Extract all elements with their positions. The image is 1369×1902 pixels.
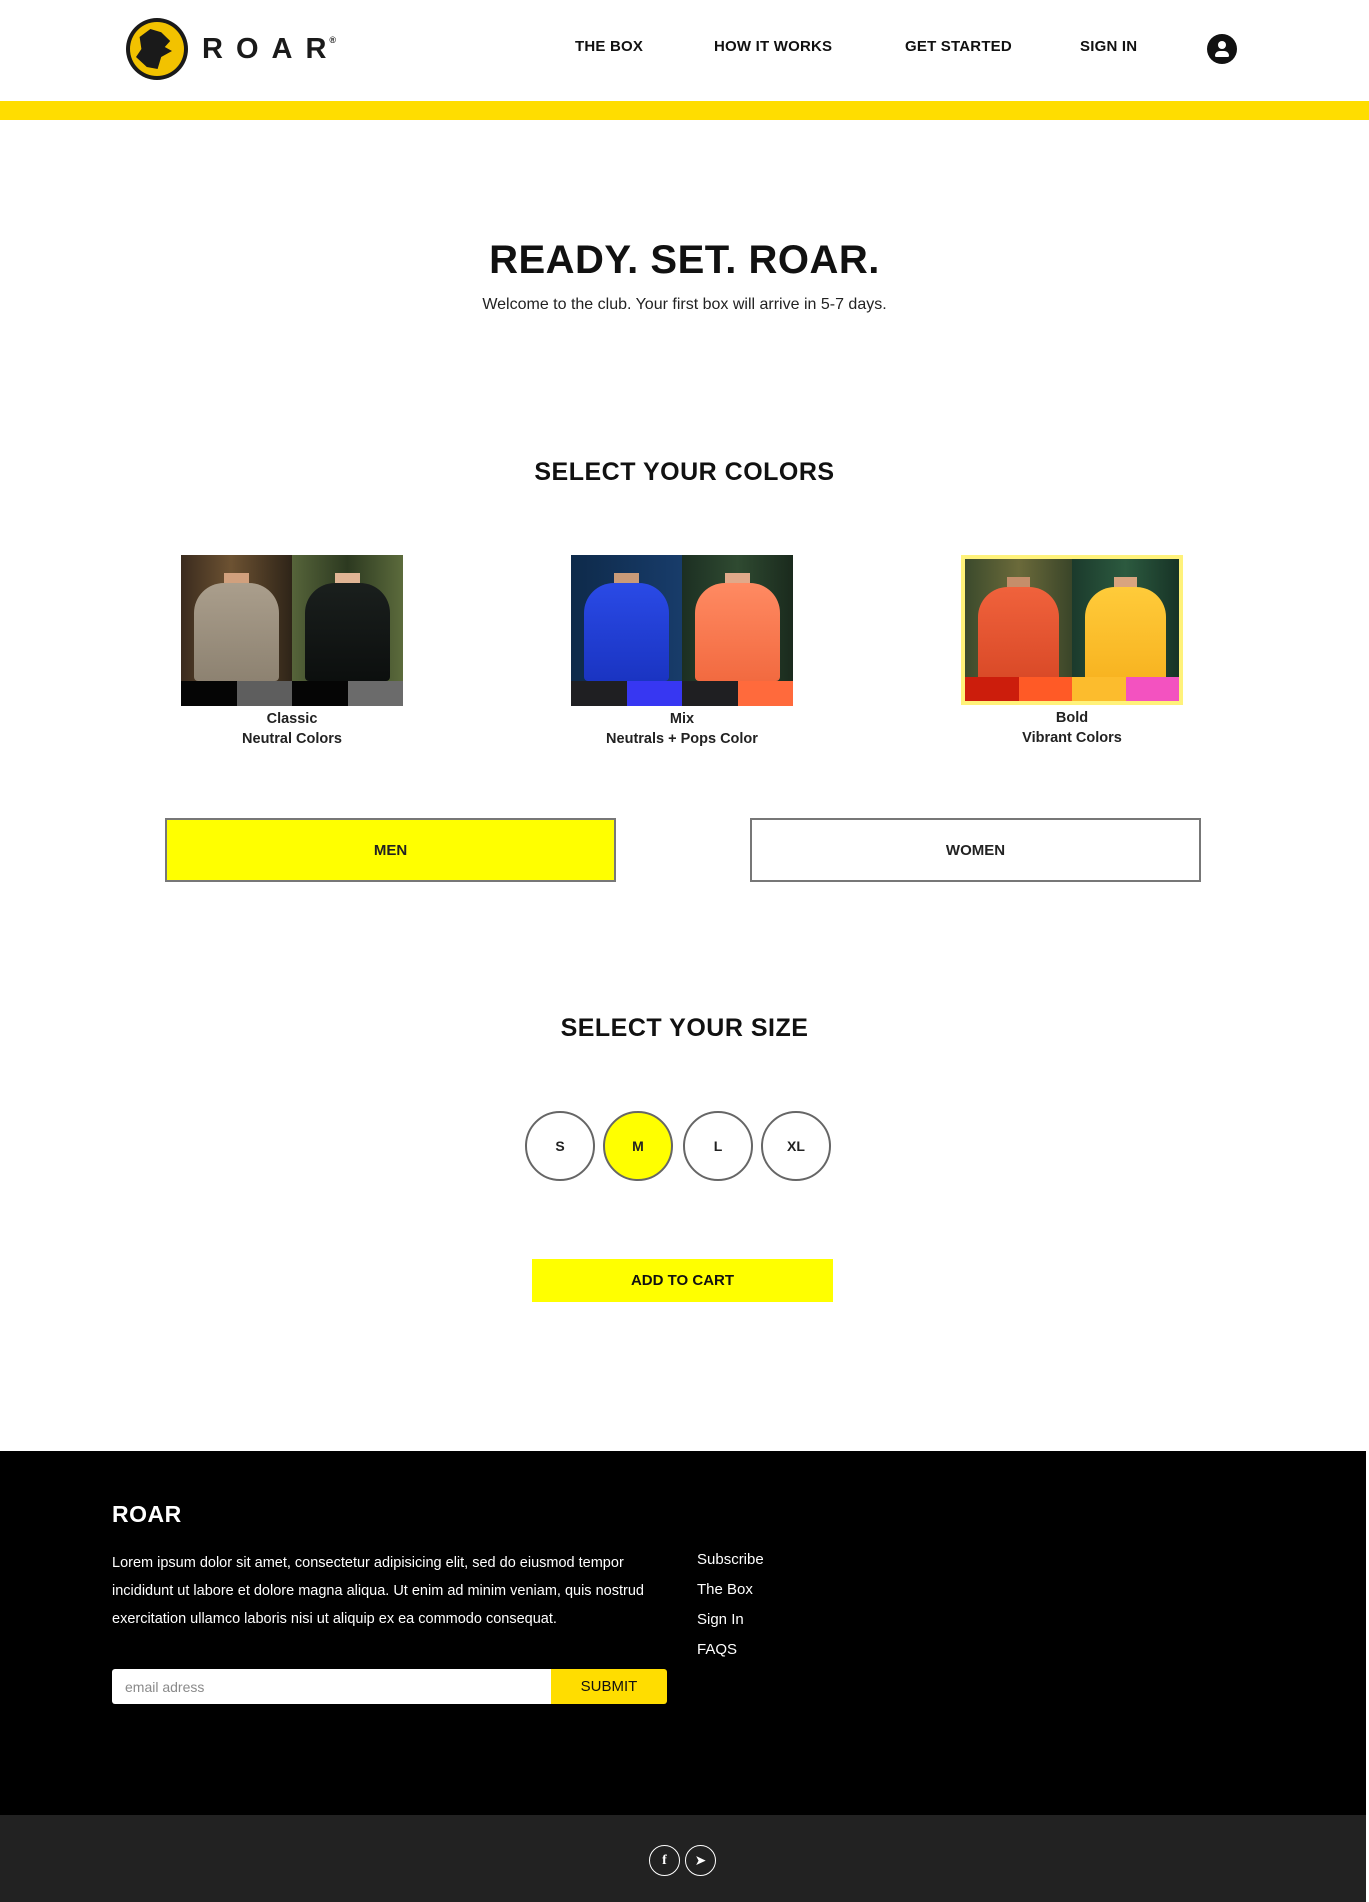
classic-swatches bbox=[181, 681, 403, 706]
select-colors-heading: SELECT YOUR COLORS bbox=[534, 458, 835, 486]
footer-link-the-box[interactable]: The Box bbox=[697, 1575, 764, 1605]
swatch bbox=[1018, 677, 1072, 701]
classic-preview-image bbox=[181, 555, 403, 706]
size-s-button[interactable]: S bbox=[525, 1111, 595, 1181]
footer-nav: Subscribe The Box Sign In FAQS bbox=[697, 1545, 764, 1665]
color-option-mix[interactable]: Mix Neutrals + Pops Color bbox=[571, 555, 793, 749]
swatch bbox=[1125, 677, 1179, 701]
site-footer: ROAR Lorem ipsum dolor sit amet, consect… bbox=[0, 1451, 1366, 1815]
swatch bbox=[181, 681, 237, 706]
nav-get-started[interactable]: GET STARTED bbox=[905, 38, 1012, 55]
bold-photo-men bbox=[965, 559, 1072, 680]
swatch bbox=[965, 677, 1019, 701]
footer-bottom-bar: f ➤ bbox=[0, 1815, 1366, 1902]
women-button[interactable]: WOMEN bbox=[750, 818, 1201, 882]
main-nav: THE BOX HOW IT WORKS GET STARTED SIGN IN bbox=[0, 38, 1369, 62]
bold-shirt-left bbox=[977, 587, 1060, 680]
newsletter-form: SUBMIT bbox=[112, 1669, 667, 1704]
color-option-bold[interactable]: Bold Vibrant Colors bbox=[961, 555, 1183, 748]
bold-swatches bbox=[965, 677, 1179, 701]
select-size-heading: SELECT YOUR SIZE bbox=[560, 1014, 809, 1042]
site-header: ROAR® THE BOX HOW IT WORKS GET STARTED S… bbox=[0, 0, 1369, 101]
submit-button[interactable]: SUBMIT bbox=[551, 1669, 667, 1704]
bold-shirt-right bbox=[1084, 587, 1167, 680]
classic-photo-women bbox=[292, 555, 403, 681]
footer-link-faqs[interactable]: FAQS bbox=[697, 1635, 764, 1665]
mix-shirt-right bbox=[695, 583, 780, 681]
footer-brand: ROAR bbox=[112, 1501, 182, 1527]
size-l-button[interactable]: L bbox=[683, 1111, 753, 1181]
classic-shirt-right bbox=[305, 583, 390, 681]
swatch bbox=[737, 681, 793, 706]
nav-the-box[interactable]: THE BOX bbox=[575, 38, 643, 55]
page-title: READY. SET. ROAR. bbox=[489, 238, 880, 282]
mix-photo-women bbox=[682, 555, 793, 681]
classic-shirt-left bbox=[194, 583, 279, 681]
facebook-icon[interactable]: f bbox=[649, 1845, 680, 1876]
swatch bbox=[236, 681, 292, 706]
account-circle-icon[interactable] bbox=[1207, 34, 1237, 64]
swatch bbox=[347, 681, 403, 706]
footer-link-subscribe[interactable]: Subscribe bbox=[697, 1545, 764, 1575]
email-input[interactable] bbox=[112, 1669, 551, 1704]
bold-label: Bold Vibrant Colors bbox=[1022, 710, 1122, 746]
footer-link-sign-in[interactable]: Sign In bbox=[697, 1605, 764, 1635]
mix-swatches bbox=[571, 681, 793, 706]
header-accent-bar bbox=[0, 101, 1369, 120]
size-m-button[interactable]: M bbox=[603, 1111, 673, 1181]
telegram-icon[interactable]: ➤ bbox=[685, 1845, 716, 1876]
bold-photo-women bbox=[1072, 559, 1179, 680]
nav-sign-in[interactable]: SIGN IN bbox=[1080, 38, 1137, 55]
add-to-cart-button[interactable]: ADD TO CART bbox=[532, 1259, 833, 1302]
mix-preview-image bbox=[571, 555, 793, 706]
footer-description: Lorem ipsum dolor sit amet, consectetur … bbox=[112, 1555, 644, 1627]
swatch bbox=[571, 681, 627, 706]
size-xl-button[interactable]: XL bbox=[761, 1111, 831, 1181]
men-button[interactable]: MEN bbox=[165, 818, 616, 882]
swatch bbox=[682, 681, 738, 706]
swatch bbox=[1072, 677, 1126, 701]
mix-label: Mix Neutrals + Pops Color bbox=[606, 711, 758, 747]
bold-preview-image bbox=[961, 555, 1183, 705]
nav-how-it-works[interactable]: HOW IT WORKS bbox=[714, 38, 832, 55]
mix-shirt-left bbox=[584, 583, 669, 681]
classic-photo-men bbox=[181, 555, 292, 681]
color-option-classic[interactable]: Classic Neutral Colors bbox=[181, 555, 403, 749]
page-subtitle: Welcome to the club. Your first box will… bbox=[482, 296, 887, 313]
swatch bbox=[626, 681, 682, 706]
classic-label: Classic Neutral Colors bbox=[242, 711, 342, 747]
swatch bbox=[292, 681, 348, 706]
mix-photo-men bbox=[571, 555, 682, 681]
